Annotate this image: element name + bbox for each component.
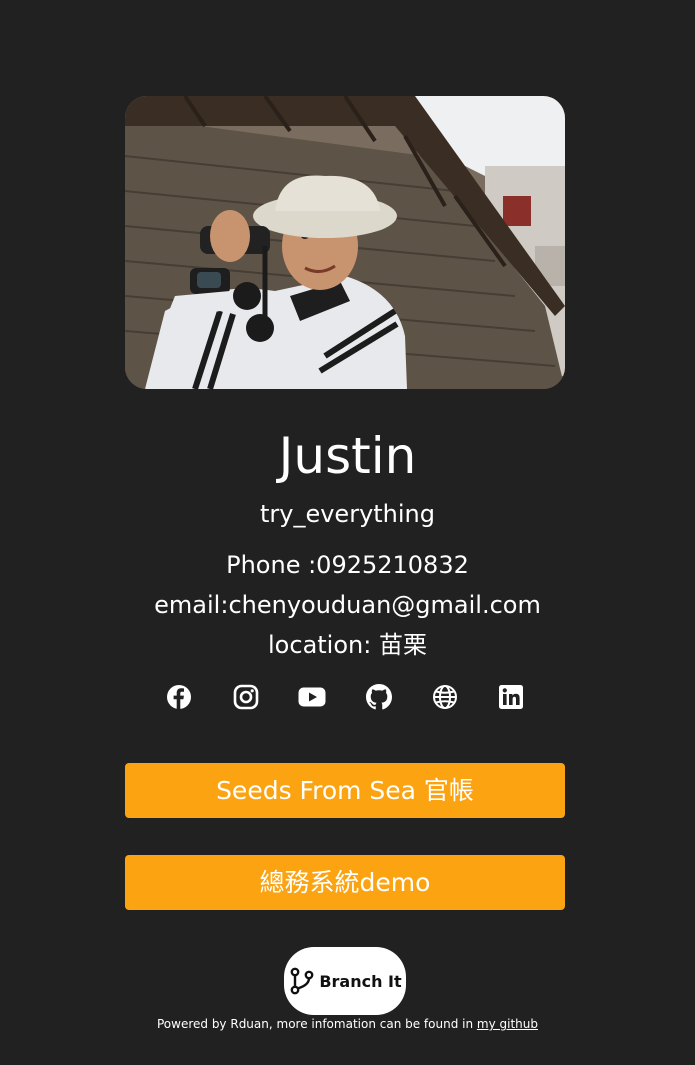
linkedin-icon — [499, 685, 523, 709]
social-links — [165, 683, 535, 711]
footer: Powered by Rduan, more infomation can be… — [0, 1016, 695, 1032]
profile-photo — [125, 96, 565, 389]
github-link[interactable] — [365, 683, 393, 711]
instagram-link[interactable] — [232, 683, 260, 711]
location-label: location: — [268, 631, 379, 659]
instagram-icon — [233, 684, 259, 710]
seeds-from-sea-button[interactable]: Seeds From Sea 官帳 — [125, 763, 565, 818]
profile-page: Justin try_everything Phone :0925210832 … — [0, 0, 695, 1065]
youtube-icon — [298, 687, 326, 707]
youtube-link[interactable] — [298, 683, 326, 711]
facebook-link[interactable] — [165, 683, 193, 711]
branch-it-logo[interactable]: Branch It — [284, 947, 406, 1015]
linkedin-link[interactable] — [497, 683, 525, 711]
footer-text: Powered by Rduan, more infomation can be… — [156, 1017, 477, 1031]
phone-line: Phone :0925210832 — [0, 549, 695, 581]
globe-icon — [433, 685, 457, 709]
profile-name: Justin — [278, 427, 417, 485]
admin-system-demo-button[interactable]: 總務系統demo — [125, 855, 565, 910]
location-value: 苗栗 — [378, 631, 427, 659]
email-address: chenyouduan@gmail.com — [228, 591, 541, 619]
email-line: email:chenyouduan@gmail.com — [0, 589, 695, 621]
logo-text: Branch It — [319, 971, 402, 991]
phone-label: Phone : — [226, 551, 317, 579]
branch-icon — [290, 967, 314, 995]
phone-number: 0925210832 — [316, 551, 469, 579]
location-line: location: 苗栗 — [0, 629, 695, 661]
facebook-icon — [167, 685, 191, 709]
email-label: email: — [154, 591, 229, 619]
website-link[interactable] — [431, 683, 459, 711]
github-icon — [366, 684, 392, 710]
footer-github-link[interactable]: my github — [477, 1017, 538, 1031]
profile-tagline: try_everything — [259, 500, 436, 528]
